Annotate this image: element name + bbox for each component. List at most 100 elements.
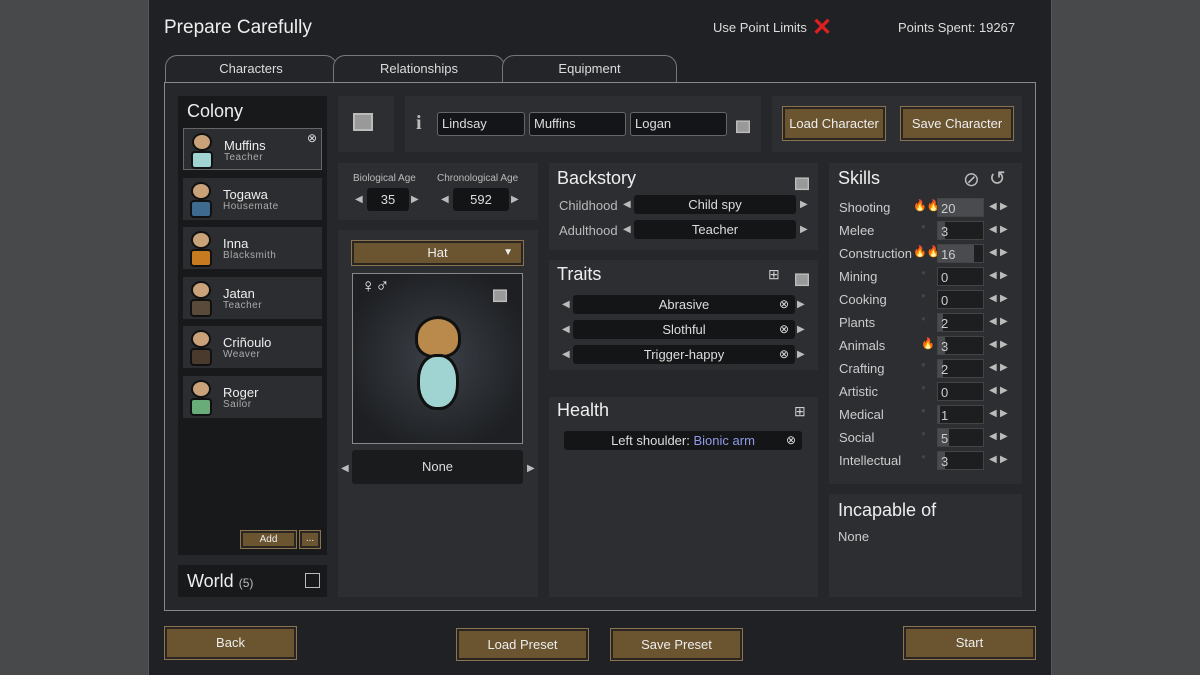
- skill-level-bar[interactable]: 3: [937, 336, 984, 355]
- skill-level-bar[interactable]: 3: [937, 221, 984, 240]
- skill-level-bar[interactable]: 2: [937, 313, 984, 332]
- colonist-item[interactable]: Togawa Housemate: [183, 177, 322, 220]
- colonist-item[interactable]: Roger Sailor: [183, 376, 322, 418]
- save-character-button[interactable]: Save Character: [900, 106, 1014, 141]
- skill-level-bar[interactable]: 16: [937, 244, 984, 263]
- clear-skills-icon[interactable]: ⊘: [963, 167, 980, 192]
- save-preset-button[interactable]: Save Preset: [610, 628, 743, 661]
- passion-flame-icon[interactable]: ●: [921, 429, 926, 438]
- remove-icon[interactable]: ⊗: [779, 345, 789, 364]
- skill-decrease[interactable]: ◀: [989, 339, 997, 350]
- apparel-layer-dropdown[interactable]: Hat ▼: [351, 240, 524, 266]
- remove-colonist-icon[interactable]: ⊗: [307, 131, 317, 145]
- childhood-value[interactable]: Child spy: [634, 195, 796, 214]
- tab-characters[interactable]: Characters: [165, 55, 337, 83]
- add-health-plus-icon[interactable]: ⊞: [794, 403, 806, 420]
- add-trait-plus-icon[interactable]: ⊞: [768, 266, 780, 283]
- skill-increase[interactable]: ▶: [1000, 408, 1008, 419]
- chrono-age-increase[interactable]: ▶: [511, 194, 519, 205]
- expand-icon[interactable]: [305, 573, 320, 588]
- skill-decrease[interactable]: ◀: [989, 270, 997, 281]
- last-name-input[interactable]: Logan: [630, 112, 727, 136]
- remove-icon[interactable]: ⊗: [779, 320, 789, 339]
- randomize-traits-dice-icon[interactable]: [795, 273, 809, 289]
- skill-decrease[interactable]: ◀: [989, 454, 997, 465]
- tab-equipment[interactable]: Equipment: [502, 55, 677, 83]
- skill-decrease[interactable]: ◀: [989, 247, 997, 258]
- childhood-next[interactable]: ▶: [800, 199, 808, 210]
- passion-flame-icon[interactable]: ●: [921, 222, 926, 231]
- load-preset-button[interactable]: Load Preset: [456, 628, 589, 661]
- passion-flame-icon[interactable]: ●: [921, 360, 926, 369]
- skill-decrease[interactable]: ◀: [989, 362, 997, 373]
- tab-relationships[interactable]: Relationships: [333, 55, 505, 83]
- bio-age-increase[interactable]: ▶: [411, 194, 419, 205]
- skill-decrease[interactable]: ◀: [989, 385, 997, 396]
- dice-icon[interactable]: [353, 113, 373, 136]
- red-x-icon[interactable]: ✕: [812, 13, 832, 42]
- skill-level-bar[interactable]: 0: [937, 267, 984, 286]
- more-button[interactable]: ...: [299, 530, 321, 549]
- passion-flame-icon[interactable]: ●: [921, 268, 926, 277]
- skill-increase[interactable]: ▶: [1000, 385, 1008, 396]
- passion-flame-icon[interactable]: ●: [921, 406, 926, 415]
- trait-next[interactable]: ▶: [797, 349, 805, 360]
- skill-increase[interactable]: ▶: [1000, 339, 1008, 350]
- skill-level-bar[interactable]: 2: [937, 359, 984, 378]
- childhood-prev[interactable]: ◀: [623, 199, 631, 210]
- skill-increase[interactable]: ▶: [1000, 293, 1008, 304]
- skill-increase[interactable]: ▶: [1000, 270, 1008, 281]
- bio-age-decrease[interactable]: ◀: [355, 194, 363, 205]
- skill-decrease[interactable]: ◀: [989, 431, 997, 442]
- trait-next[interactable]: ▶: [797, 324, 805, 335]
- adulthood-next[interactable]: ▶: [800, 224, 808, 235]
- randomize-name-dice-icon[interactable]: [736, 120, 750, 136]
- trait-prev[interactable]: ◀: [562, 349, 570, 360]
- chrono-age-decrease[interactable]: ◀: [441, 194, 449, 205]
- apparel-item[interactable]: None: [352, 450, 523, 484]
- trait-item[interactable]: Trigger-happy ⊗: [573, 345, 795, 364]
- health-item[interactable]: Left shoulder: Bionic arm ⊗: [564, 431, 802, 450]
- trait-item[interactable]: Abrasive ⊗: [573, 295, 795, 314]
- remove-icon[interactable]: ⊗: [779, 295, 789, 314]
- reset-skills-icon[interactable]: ↺: [989, 166, 1006, 191]
- skill-increase[interactable]: ▶: [1000, 316, 1008, 327]
- skill-level-bar[interactable]: 3: [937, 451, 984, 470]
- adulthood-prev[interactable]: ◀: [623, 224, 631, 235]
- passion-flame-icon[interactable]: ●: [921, 383, 926, 392]
- add-colonist-button[interactable]: Add: [240, 530, 297, 549]
- skill-increase[interactable]: ▶: [1000, 454, 1008, 465]
- first-name-input[interactable]: Lindsay: [437, 112, 525, 136]
- skill-decrease[interactable]: ◀: [989, 224, 997, 235]
- skill-decrease[interactable]: ◀: [989, 408, 997, 419]
- skill-level-bar[interactable]: 1: [937, 405, 984, 424]
- gender-icons[interactable]: ♀♂: [361, 276, 390, 298]
- skill-decrease[interactable]: ◀: [989, 293, 997, 304]
- skill-increase[interactable]: ▶: [1000, 362, 1008, 373]
- trait-prev[interactable]: ◀: [562, 324, 570, 335]
- trait-prev[interactable]: ◀: [562, 299, 570, 310]
- apparel-next[interactable]: ▶: [527, 463, 535, 474]
- skill-level-bar[interactable]: 5: [937, 428, 984, 447]
- nick-name-input[interactable]: Muffins: [529, 112, 626, 136]
- passion-flame-icon[interactable]: ●: [921, 291, 926, 300]
- passion-flame-icon[interactable]: ●: [921, 314, 926, 323]
- start-button[interactable]: Start: [903, 626, 1036, 660]
- remove-icon[interactable]: ⊗: [786, 431, 796, 450]
- load-character-button[interactable]: Load Character: [782, 106, 886, 141]
- randomize-backstory-dice-icon[interactable]: [795, 177, 809, 193]
- colonist-item[interactable]: Jatan Teacher: [183, 276, 322, 319]
- colonist-item[interactable]: Criñoulo Weaver: [183, 326, 322, 369]
- randomize-appearance-dice-icon[interactable]: [493, 289, 507, 305]
- trait-item[interactable]: Slothful ⊗: [573, 320, 795, 339]
- colonist-item[interactable]: Inna Blacksmith: [183, 227, 322, 270]
- trait-next[interactable]: ▶: [797, 299, 805, 310]
- skill-increase[interactable]: ▶: [1000, 247, 1008, 258]
- passion-flame-icon[interactable]: ●: [921, 452, 926, 461]
- skill-level-bar[interactable]: 20: [937, 198, 984, 217]
- skill-increase[interactable]: ▶: [1000, 224, 1008, 235]
- adulthood-value[interactable]: Teacher: [634, 220, 796, 239]
- passion-flame-icon[interactable]: 🔥: [921, 337, 935, 350]
- skill-decrease[interactable]: ◀: [989, 201, 997, 212]
- skill-level-bar[interactable]: 0: [937, 382, 984, 401]
